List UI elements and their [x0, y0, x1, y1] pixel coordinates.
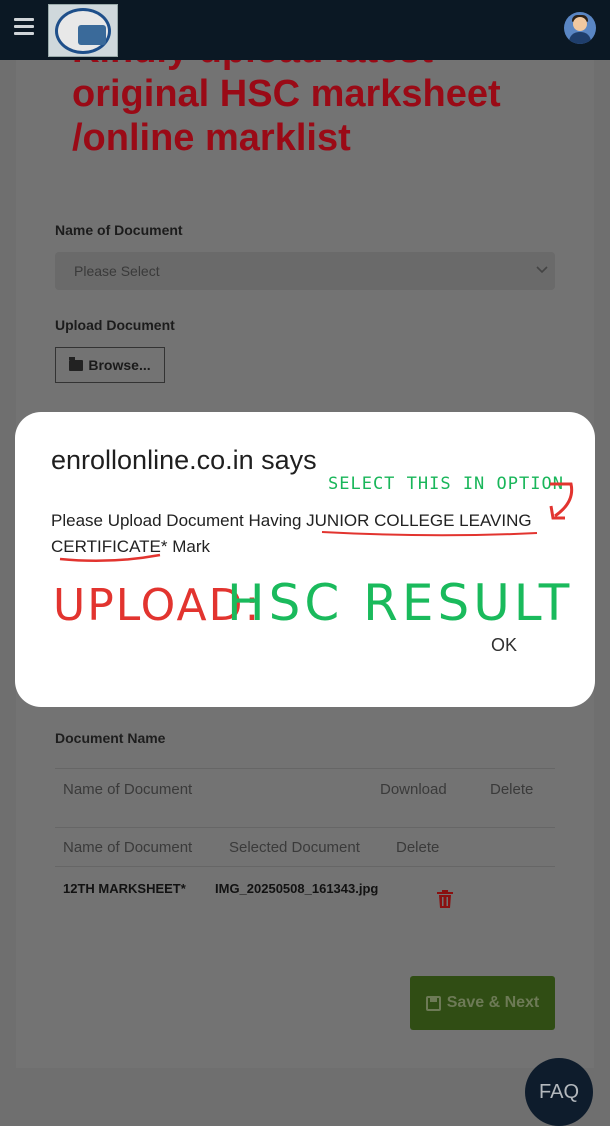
- trash-icon[interactable]: [436, 889, 454, 909]
- table2-header-row: Name of Document Selected Document Delet…: [55, 827, 555, 868]
- annotation-select-hint: SELECT THIS IN OPTION: [328, 474, 564, 494]
- document-name-section-label: Document Name: [55, 730, 166, 746]
- page-title: Kindly upload latest original HSC marksh…: [72, 29, 572, 160]
- document-name-label: Name of Document: [55, 222, 183, 238]
- logo-emblem: [55, 8, 111, 54]
- document-type-select[interactable]: Please Select: [55, 252, 555, 290]
- upload-document-label: Upload Document: [55, 317, 175, 333]
- page-title-line2: original HSC marksheet: [72, 73, 501, 115]
- table2-header-name: Name of Document: [63, 839, 193, 856]
- table2-header-selected: Selected Document: [229, 839, 360, 856]
- row-document-name: 12TH MARKSHEET*: [63, 881, 186, 896]
- user-avatar-icon[interactable]: [564, 12, 596, 44]
- table1-header-download: Download: [380, 781, 447, 798]
- page-title-line3: /online marklist: [72, 117, 351, 159]
- browse-button[interactable]: Browse...: [55, 347, 165, 383]
- alert-dialog: enrollonline.co.in says Please Upload Do…: [15, 412, 595, 707]
- chevron-down-icon: [536, 266, 548, 274]
- table2-header-delete: Delete: [396, 839, 440, 856]
- folder-icon: [69, 356, 84, 371]
- table1-header-row: Name of Document Download Delete: [55, 768, 555, 829]
- dialog-message: Please Upload Document Having JUNIOR COL…: [51, 511, 532, 556]
- hamburger-menu-icon[interactable]: [14, 18, 34, 36]
- save-next-label: Save & Next: [446, 994, 540, 1011]
- college-logo[interactable]: [48, 4, 118, 57]
- faq-button[interactable]: FAQ: [525, 1058, 593, 1126]
- top-app-bar: [0, 0, 610, 60]
- table1-header-delete: Delete: [490, 781, 534, 798]
- table1-header-name: Name of Document: [63, 781, 193, 798]
- browse-button-label: Browse...: [88, 357, 151, 373]
- table-row: 12TH MARKSHEET* IMG_20250508_161343.jpg: [55, 866, 555, 917]
- annotation-upload-value: HSC RESULT: [227, 574, 574, 632]
- ok-button[interactable]: OK: [491, 635, 517, 656]
- save-next-button[interactable]: Save & Next: [410, 976, 555, 1030]
- save-icon: [425, 995, 441, 1011]
- row-file-name: IMG_20250508_161343.jpg: [215, 881, 379, 896]
- select-placeholder: Please Select: [74, 263, 160, 279]
- dialog-title: enrollonline.co.in says: [51, 445, 317, 475]
